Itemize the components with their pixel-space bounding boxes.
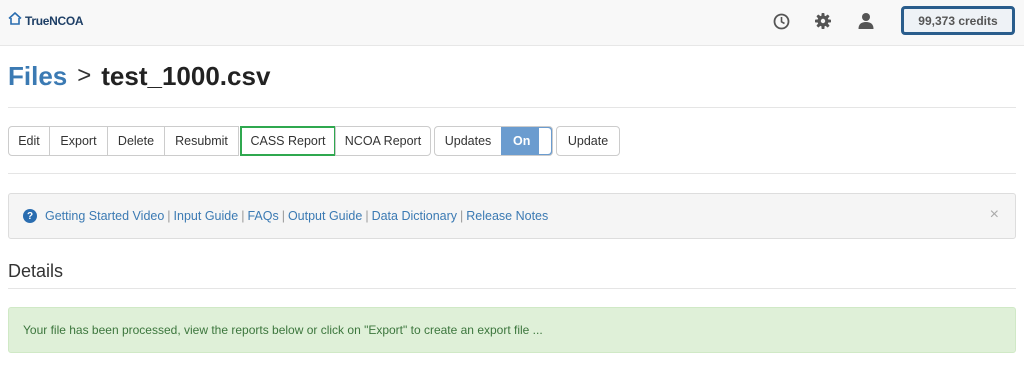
faqs-link[interactable]: FAQs	[247, 209, 278, 223]
updates-toggle[interactable]: On	[501, 126, 553, 156]
toggle-state-label: On	[513, 134, 531, 148]
export-button[interactable]: Export	[49, 126, 108, 156]
output-guide-link[interactable]: Output Guide	[288, 209, 362, 223]
delete-button[interactable]: Delete	[107, 126, 165, 156]
page-title: test_1000.csv	[101, 61, 271, 91]
updates-label: Updates	[434, 126, 502, 156]
input-guide-link[interactable]: Input Guide	[174, 209, 239, 223]
link-separator: |	[365, 209, 369, 223]
home-icon	[8, 11, 22, 30]
details-heading: Details	[8, 261, 64, 281]
brand-logo[interactable]: TrueNCOA	[8, 11, 84, 30]
top-navbar: TrueNCOA 99,373 credits	[0, 0, 1024, 46]
update-button[interactable]: Update	[556, 126, 620, 156]
cass-report-button[interactable]: CASS Report	[240, 126, 336, 156]
breadcrumb: Files > test_1000.csv	[8, 59, 270, 93]
credits-badge[interactable]: 99,373 credits	[901, 6, 1015, 35]
success-alert: Your file has been processed, view the r…	[8, 307, 1016, 353]
help-links-panel: ? Getting Started Video | Input Guide | …	[8, 193, 1016, 239]
link-separator: |	[167, 209, 171, 223]
getting-started-video-link[interactable]: Getting Started Video	[45, 209, 164, 223]
breadcrumb-files-link[interactable]: Files	[8, 59, 67, 93]
resubmit-button[interactable]: Resubmit	[164, 126, 239, 156]
divider	[8, 107, 1016, 108]
divider	[8, 288, 1016, 289]
release-notes-link[interactable]: Release Notes	[466, 209, 548, 223]
divider	[8, 173, 1016, 174]
edit-button[interactable]: Edit	[8, 126, 50, 156]
clock-icon[interactable]	[771, 11, 791, 31]
breadcrumb-separator: >	[77, 62, 92, 89]
brand-name: TrueNCOA	[25, 14, 84, 28]
user-icon[interactable]	[856, 11, 876, 31]
question-icon: ?	[23, 209, 37, 223]
link-separator: |	[241, 209, 245, 223]
link-separator: |	[460, 209, 464, 223]
data-dictionary-link[interactable]: Data Dictionary	[372, 209, 457, 223]
ncoa-report-button[interactable]: NCOA Report	[335, 126, 431, 156]
link-separator: |	[281, 209, 285, 223]
close-icon[interactable]: ×	[990, 206, 999, 224]
toggle-knob	[539, 128, 551, 154]
gear-icon[interactable]	[813, 11, 833, 31]
alert-message: Your file has been processed, view the r…	[23, 323, 543, 337]
